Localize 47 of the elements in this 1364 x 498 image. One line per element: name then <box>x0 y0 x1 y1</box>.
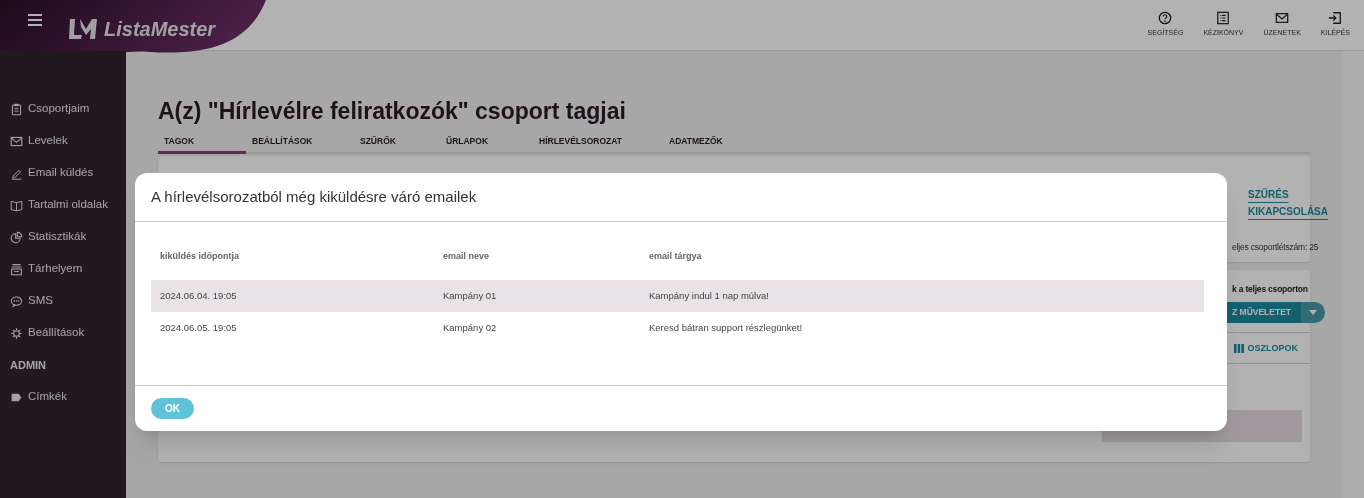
column-header: email neve <box>443 250 491 263</box>
columns-button[interactable]: OSZLOPOK <box>1234 342 1298 356</box>
modal-title: A hírlevélsorozatból még kiküldésre váró emailek <box>151 186 477 207</box>
table-row[interactable]: 2024.06.04. 19:05 Kampány 01 Kampány indul 1 nap múlva! <box>151 280 1204 312</box>
caret-icon <box>1309 310 1318 315</box>
help-icon <box>1158 11 1173 26</box>
tab[interactable]: SZŰRŐK <box>354 132 440 154</box>
table-cell-text: 2024.06.04. 19:05 <box>160 288 238 303</box>
table-cell-text: Kampány 01 <box>443 288 498 303</box>
dropdown-button[interactable] <box>1301 302 1326 323</box>
logout-icon <box>1328 11 1343 26</box>
sidebar-item[interactable]: Tárhelyem <box>0 253 126 285</box>
group-count-text: eljes csoportlétszám: 25 <box>1232 241 1319 254</box>
table-cell-text: Kampány 02 <box>443 320 498 335</box>
menu-icon[interactable] <box>28 14 42 26</box>
pie-chart-icon <box>10 230 23 244</box>
columns-icon <box>1234 344 1245 354</box>
tab[interactable]: ŰRLAPOK <box>440 132 533 154</box>
table-cell-text: 2024.06.05. 19:05 <box>160 320 238 335</box>
sidebar-item[interactable]: Tartalmi oldalak <box>0 189 126 221</box>
tab[interactable]: HÍRLEVÉLSOROZAT <box>533 132 663 154</box>
page-title: A(z) "Hírlevélre feliratkozók" csoport tagjai <box>158 97 627 126</box>
sidebar-item[interactable]: Beállítások <box>0 317 126 349</box>
column-header: email tárgya <box>649 250 703 263</box>
settings-icon <box>10 326 23 340</box>
sidebar-item[interactable]: SMS <box>0 285 126 317</box>
table-cell-text: Keresd bátran support részlegünket! <box>649 320 804 335</box>
envelope-icon <box>1275 11 1290 26</box>
sidebar-item[interactable]: Levelek <box>0 125 126 157</box>
sidebar-section-label: ADMIN <box>9 357 48 373</box>
clipboard-icon <box>10 102 23 116</box>
tab[interactable]: ADATMEZŐK <box>663 132 753 154</box>
book-icon <box>10 198 23 212</box>
tray-icon <box>10 262 23 276</box>
list-icon <box>1216 11 1231 26</box>
envelope-icon <box>10 134 23 148</box>
column-header: kiküldés időpontja <box>160 250 240 263</box>
actions-caption: k a teljes csoporton <box>1232 283 1308 296</box>
chat-icon <box>10 294 23 308</box>
sidebar-item[interactable]: Email küldés <box>0 157 126 189</box>
sidebar-item[interactable]: Statisztikák <box>0 221 126 253</box>
tab[interactable]: BEÁLLÍTÁSOK <box>246 132 354 154</box>
logo-text: ListaMester <box>104 17 216 42</box>
sidebar-item[interactable]: Csoportjaim <box>0 93 126 125</box>
sidebar-item[interactable]: Címkék <box>0 381 126 413</box>
logo-icon <box>68 17 98 41</box>
table-cell-text: Kampány indul 1 nap múlva! <box>649 288 770 303</box>
